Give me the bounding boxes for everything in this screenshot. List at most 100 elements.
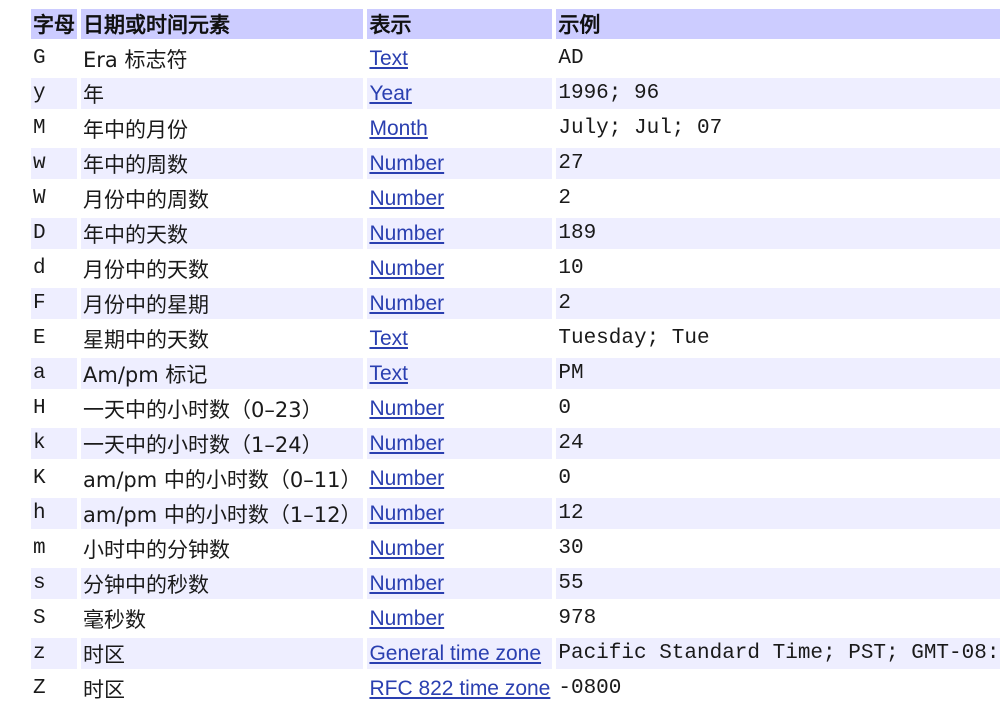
presentation-cell: Number <box>367 393 552 424</box>
element-description: 毫秒数 <box>83 607 146 632</box>
table-row: Z 时区 RFC 822 time zone -0800 <box>31 673 1000 704</box>
header-element: 日期或时间元素 <box>81 9 364 39</box>
example-value: 189 <box>556 218 1000 249</box>
pattern-letter: w <box>31 148 77 179</box>
table-row: Kam/pm 中的小时数（0–11） Number 0 <box>31 463 1000 494</box>
presentation-link[interactable]: Text <box>369 47 408 70</box>
presentation-link[interactable]: Number <box>369 607 444 630</box>
example-value: 12 <box>556 498 1000 529</box>
pattern-letter: a <box>31 358 77 389</box>
presentation-cell: Year <box>367 78 553 109</box>
element-description: am/pm 中的小时数（1–12） <box>81 498 364 529</box>
pattern-letter: S <box>33 607 46 630</box>
table-row: k 一天中的小时数（1–24） Number 24 <box>31 428 1000 459</box>
element-description: 年中的周数 <box>81 148 364 179</box>
presentation-link[interactable]: Text <box>369 327 408 350</box>
example-value: 1996; 96 <box>556 78 1000 109</box>
pattern-letter: y <box>31 78 77 109</box>
presentation-cell: Number <box>367 148 553 179</box>
element-description: 星期中的天数 <box>83 327 209 352</box>
example-value: 0 <box>558 397 571 420</box>
table-row: s 分钟中的秒数 Number 55 <box>31 568 1000 599</box>
table-row: m 小时中的分钟数 Number 30 <box>31 533 1000 564</box>
pattern-letter: k <box>31 428 77 459</box>
pattern-letter: Z <box>33 677 46 700</box>
element-description: 一天中的小时数（0–23） <box>83 397 323 422</box>
pattern-letter: G <box>33 47 46 70</box>
example-value: AD <box>558 47 584 70</box>
presentation-link[interactable]: Year <box>369 82 411 105</box>
element-description: 年中的天数 <box>81 218 364 249</box>
pattern-letter: s <box>31 568 77 599</box>
presentation-link[interactable]: Number <box>369 432 444 455</box>
table-row: H 一天中的小时数（0–23） Number 0 <box>31 393 1000 424</box>
presentation-cell: Number <box>367 463 552 494</box>
pattern-letter: H <box>33 397 46 420</box>
table-row: y 年 Year 1996; 96 <box>31 78 1000 109</box>
table-row: z 时区 General time zone Pacific Standard Tim… <box>31 638 1000 669</box>
example-value: 27 <box>556 148 1000 179</box>
presentation-link[interactable]: Number <box>369 537 444 560</box>
presentation-cell: Text <box>367 323 552 354</box>
presentation-cell: Number <box>367 428 553 459</box>
table-row: d 月份中的天数 Number 10 <box>31 253 1000 284</box>
table-row: F 月份中的星期 Number 2 <box>31 288 1000 319</box>
element-description: Am/pm 标记 <box>81 358 364 389</box>
presentation-link[interactable]: Text <box>369 362 408 385</box>
presentation-link[interactable]: General time zone <box>369 642 541 665</box>
presentation-cell: Number <box>367 498 553 529</box>
presentation-cell: General time zone <box>367 638 553 669</box>
presentation-link[interactable]: Number <box>369 152 444 175</box>
table-row: h am/pm 中的小时数（1–12） Number 12 <box>31 498 1000 529</box>
table-row: w 年中的周数 Number 27 <box>31 148 1000 179</box>
presentation-link[interactable]: Number <box>369 292 444 315</box>
presentation-link[interactable]: Number <box>369 257 444 280</box>
presentation-cell: Number <box>367 603 552 634</box>
presentation-cell: Number <box>367 183 552 214</box>
presentation-link[interactable]: Number <box>369 502 444 525</box>
presentation-cell: Text <box>367 43 552 74</box>
header-letter: 字母 <box>31 9 77 39</box>
element-description: 月份中的天数 <box>83 257 209 282</box>
table-row: M 年中的月份 Month July; Jul; 07 <box>31 113 1000 144</box>
element-description: 月份中的星期 <box>81 288 364 319</box>
presentation-link[interactable]: RFC 822 time zone <box>369 677 550 700</box>
date-format-table: 字母 日期或时间元素 表示 示例 G Era 标志符 Text AD y 年 Year 199… <box>27 5 1000 708</box>
presentation-link[interactable]: Number <box>369 572 444 595</box>
pattern-letter: W <box>33 187 46 210</box>
presentation-link[interactable]: Number <box>369 222 444 245</box>
pattern-letter: M <box>33 117 46 140</box>
element-description: 年中的月份 <box>83 117 188 142</box>
element-description: 月份中的周数 <box>83 187 209 212</box>
example-value: July; Jul; 07 <box>558 117 723 140</box>
pattern-letter: E <box>33 327 46 350</box>
presentation-link[interactable]: Number <box>369 467 444 490</box>
element-description: 一天中的小时数（1–24） <box>81 428 364 459</box>
presentation-cell: Number <box>367 533 552 564</box>
example-value: 55 <box>556 568 1000 599</box>
element-description: 分钟中的秒数 <box>81 568 364 599</box>
table-row: G Era 标志符 Text AD <box>31 43 1000 74</box>
presentation-cell: Number <box>367 253 552 284</box>
presentation-cell: Text <box>367 358 553 389</box>
element-description: am/pm 中的小时数（0–11） <box>83 467 362 492</box>
element-description: 时区 <box>83 677 125 702</box>
example-value: 0 <box>558 467 571 490</box>
presentation-link[interactable]: Number <box>369 397 444 420</box>
pattern-letter: z <box>31 638 77 669</box>
presentation-link[interactable]: Number <box>369 187 444 210</box>
table-header-row: 字母 日期或时间元素 表示 示例 <box>31 9 1000 39</box>
example-value: 978 <box>558 607 597 630</box>
presentation-link[interactable]: Month <box>369 117 427 140</box>
example-value: Pacific Standard Time; PST; GMT-08:00 <box>556 638 1000 669</box>
presentation-cell: Number <box>367 288 553 319</box>
presentation-cell: Number <box>367 218 553 249</box>
example-value: Tuesday; Tue <box>558 327 710 350</box>
table-row: a Am/pm 标记 Text PM <box>31 358 1000 389</box>
example-value: 30 <box>558 537 584 560</box>
example-value: 2 <box>558 187 571 210</box>
pattern-letter: F <box>31 288 77 319</box>
example-value: PM <box>556 358 1000 389</box>
example-value: 2 <box>556 288 1000 319</box>
example-value: -0800 <box>558 677 622 700</box>
